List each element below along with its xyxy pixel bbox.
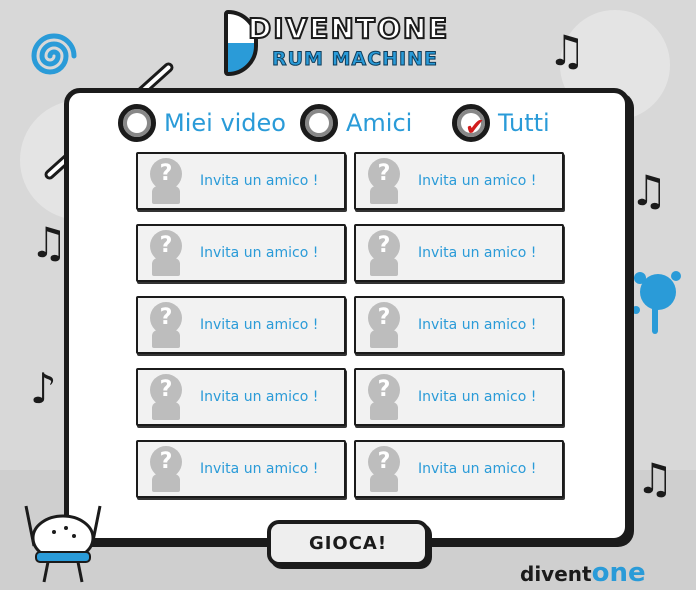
app-logo: DIVENTONE RUM MACHINE	[222, 8, 452, 80]
question-mark-avatar-icon: ?	[364, 300, 404, 350]
question-mark-avatar-icon: ?	[146, 156, 186, 206]
friend-grid: ? Invita un amico ! ? Invita un amico ! …	[134, 150, 564, 512]
question-mark-avatar-icon: ?	[146, 228, 186, 278]
question-mark-avatar-icon: ?	[364, 156, 404, 206]
checkmark-icon: ✔	[465, 113, 486, 141]
play-button[interactable]: GIOCA!	[267, 520, 429, 566]
brand-part-2: one	[591, 558, 646, 588]
swirl-icon	[31, 33, 77, 75]
music-note-icon: ♫	[630, 166, 668, 215]
tab-miei-video[interactable]: Miei video	[118, 101, 286, 145]
logo-subtitle: RUM MACHINE	[272, 48, 438, 71]
invite-friend-card[interactable]: ? Invita un amico !	[354, 152, 564, 210]
paint-splat-icon	[632, 271, 681, 334]
question-mark-avatar-icon: ?	[146, 300, 186, 350]
invite-label: Invita un amico !	[200, 389, 319, 405]
music-note-icon: ♫	[636, 454, 674, 503]
invite-label: Invita un amico !	[200, 245, 319, 261]
invite-label: Invita un amico !	[418, 245, 537, 261]
music-note-icon: ♪	[30, 364, 57, 413]
brand-part-1: divent	[520, 562, 592, 586]
invite-label: Invita un amico !	[418, 173, 537, 189]
invite-label: Invita un amico !	[200, 173, 319, 189]
invite-label: Invita un amico !	[200, 317, 319, 333]
question-mark-avatar-icon: ?	[364, 444, 404, 494]
tab-label: Amici	[346, 109, 413, 137]
invite-label: Invita un amico !	[418, 317, 537, 333]
question-mark-avatar-icon: ?	[364, 228, 404, 278]
invite-friend-card[interactable]: ? Invita un amico !	[136, 368, 346, 426]
invite-label: Invita un amico !	[200, 461, 319, 477]
invite-friend-card[interactable]: ? Invita un amico !	[136, 152, 346, 210]
logo-title: DIVENTONE	[247, 11, 450, 46]
tab-label: Miei video	[164, 109, 286, 137]
invite-friend-card[interactable]: ? Invita un amico !	[354, 440, 564, 498]
invite-friend-card[interactable]: ? Invita un amico !	[136, 296, 346, 354]
tab-tutti[interactable]: ✔ Tutti	[452, 101, 550, 145]
invite-friend-card[interactable]: ? Invita un amico !	[354, 224, 564, 282]
invite-friend-card[interactable]: ? Invita un amico !	[354, 296, 564, 354]
brand-logo: diventone	[520, 558, 646, 588]
radio-icon: ✔	[452, 104, 490, 142]
music-note-icon: ♫	[30, 218, 68, 267]
music-note-icon: ♫	[548, 26, 586, 75]
tab-label: Tutti	[498, 109, 550, 137]
invite-friend-card[interactable]: ? Invita un amico !	[136, 440, 346, 498]
question-mark-avatar-icon: ?	[146, 444, 186, 494]
invite-friend-card[interactable]: ? Invita un amico !	[354, 368, 564, 426]
radio-icon	[118, 104, 156, 142]
invite-friend-card[interactable]: ? Invita un amico !	[136, 224, 346, 282]
question-mark-avatar-icon: ?	[146, 372, 186, 422]
radio-icon	[300, 104, 338, 142]
invite-label: Invita un amico !	[418, 389, 537, 405]
burger-mascot-icon	[24, 505, 102, 583]
tab-amici[interactable]: Amici	[300, 101, 412, 145]
invite-label: Invita un amico !	[418, 461, 537, 477]
question-mark-avatar-icon: ?	[364, 372, 404, 422]
